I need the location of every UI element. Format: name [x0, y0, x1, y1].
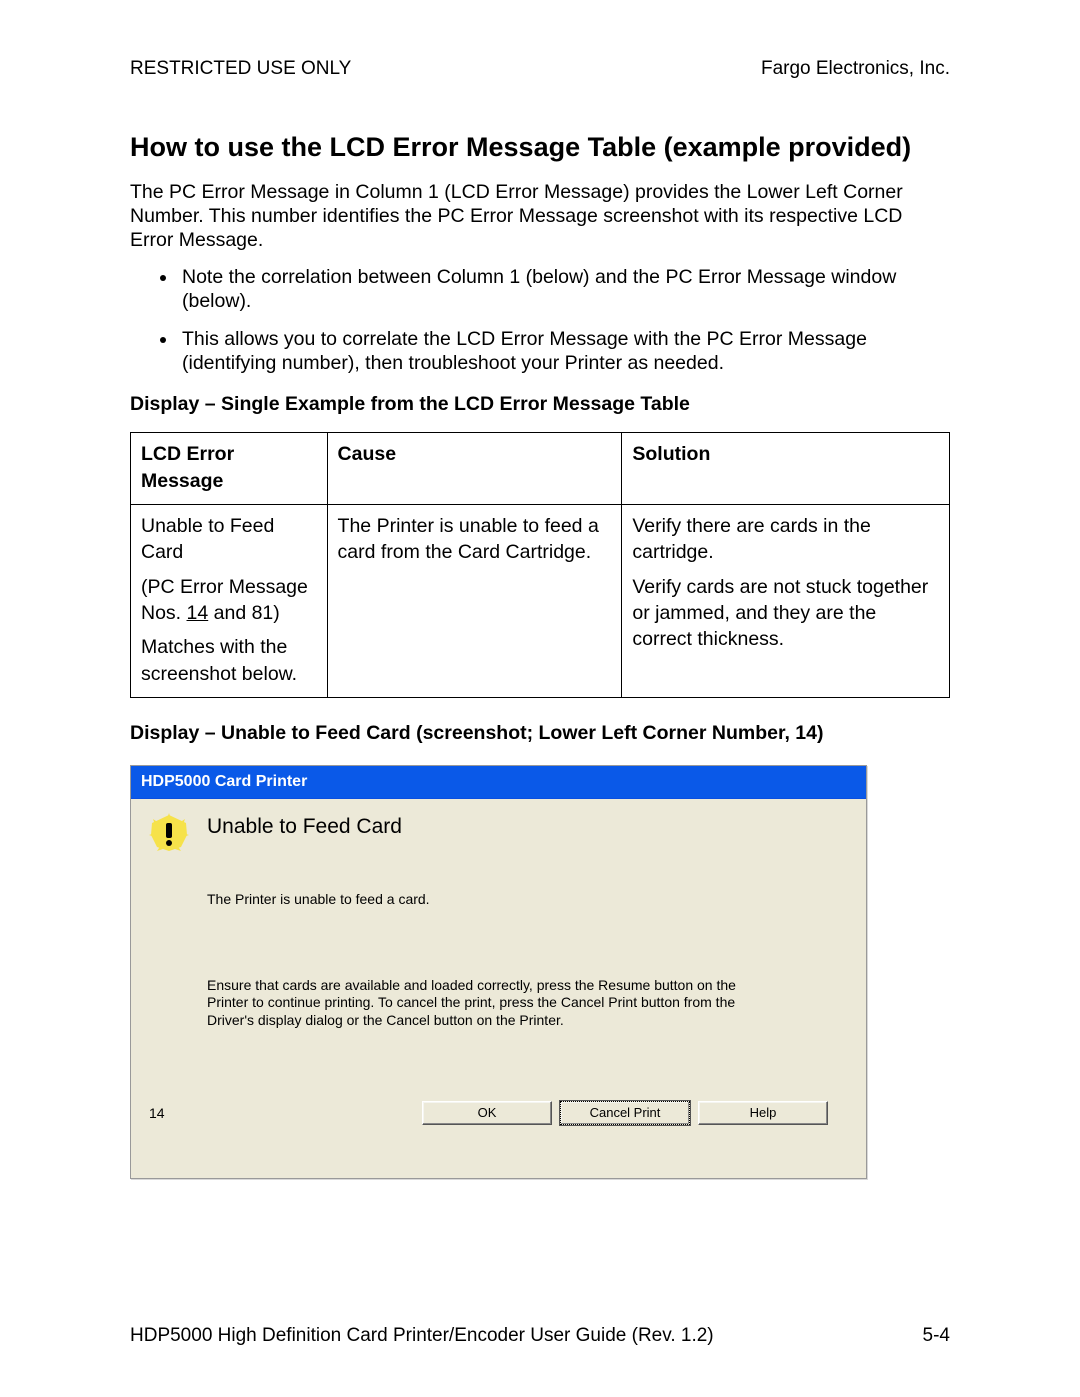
intro-bullets: Note the correlation between Column 1 (b… [130, 266, 950, 375]
bullet-item: This allows you to correlate the LCD Err… [178, 328, 950, 376]
dialog-instructions: Ensure that cards are available and load… [207, 977, 737, 1030]
page-header: RESTRICTED USE ONLY Fargo Electronics, I… [130, 58, 950, 80]
cell-solution: Verify there are cards in the cartridge.… [622, 505, 950, 698]
cell-cause: The Printer is unable to feed a card fro… [327, 505, 622, 698]
bullet-item: Note the correlation between Column 1 (b… [178, 266, 950, 314]
cell-lcd: Unable to Feed Card (PC Error Message No… [131, 505, 328, 698]
dialog-corner-number: 14 [149, 1105, 165, 1125]
error-dialog: HDP5000 Card Printer [130, 765, 867, 1179]
warning-icon [149, 813, 189, 853]
table-header-solution: Solution [622, 433, 950, 505]
cancel-print-button[interactable]: Cancel Print [560, 1101, 690, 1125]
screenshot-subheading: Display – Unable to Feed Card (screensho… [130, 722, 950, 745]
lcd-nos-suffix: and 81) [208, 602, 280, 624]
intro-paragraph: The PC Error Message in Column 1 (LCD Er… [130, 181, 950, 252]
table-header-cause: Cause [327, 433, 622, 505]
lcd-line1: Unable to Feed Card [141, 513, 317, 566]
footer-left: HDP5000 High Definition Card Printer/Enc… [130, 1325, 714, 1347]
dialog-message: The Printer is unable to feed a card. [207, 891, 848, 907]
footer-page-number: 5-4 [923, 1325, 950, 1347]
table-subheading: Display – Single Example from the LCD Er… [130, 393, 950, 416]
solution-p1: Verify there are cards in the cartridge. [632, 513, 939, 566]
dialog-titlebar: HDP5000 Card Printer [131, 766, 866, 798]
dialog-body: Unable to Feed Card The Printer is unabl… [131, 798, 866, 1178]
page-footer: HDP5000 High Definition Card Printer/Enc… [130, 1325, 950, 1347]
ok-button[interactable]: OK [422, 1101, 552, 1125]
table-row: Unable to Feed Card (PC Error Message No… [131, 505, 950, 698]
lcd-nos-underlined: 14 [187, 602, 209, 624]
header-right: Fargo Electronics, Inc. [761, 58, 950, 80]
dialog-button-row: OK Cancel Print Help [422, 1101, 848, 1125]
lcd-line3: Matches with the screenshot below. [141, 634, 317, 687]
table-header-lcd: LCD Error Message [131, 433, 328, 505]
dialog-heading: Unable to Feed Card [207, 815, 848, 839]
help-button[interactable]: Help [698, 1101, 828, 1125]
section-title: How to use the LCD Error Message Table (… [130, 132, 950, 163]
header-left: RESTRICTED USE ONLY [130, 58, 351, 80]
error-message-table: LCD Error Message Cause Solution Unable … [130, 432, 950, 698]
solution-p2: Verify cards are not stuck together or j… [632, 574, 939, 653]
